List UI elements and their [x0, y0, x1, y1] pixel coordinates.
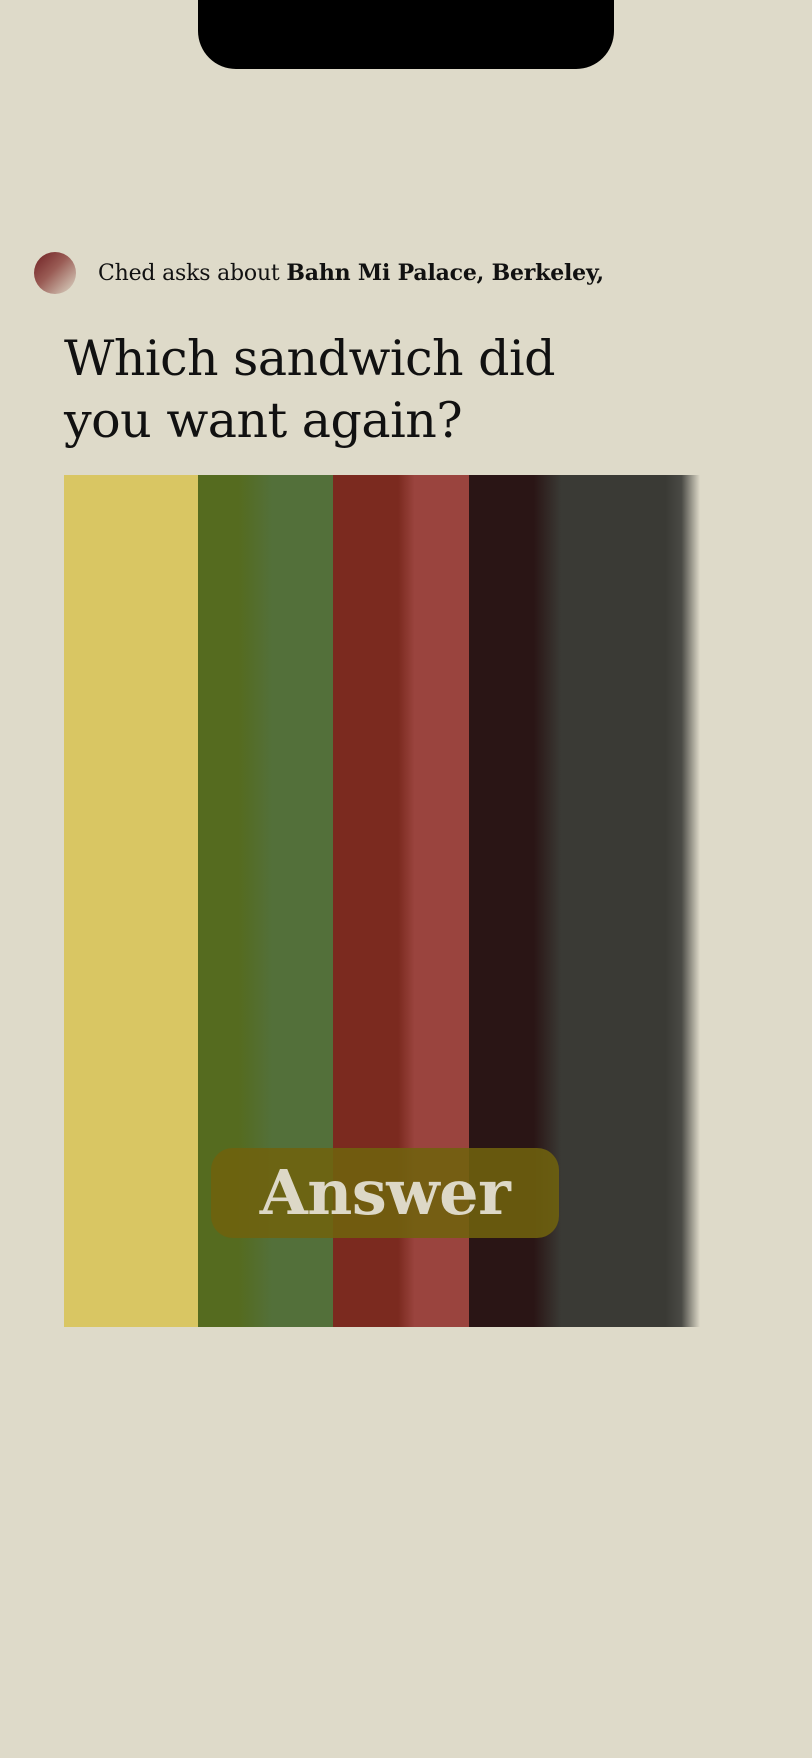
answer-button[interactable]: Answer — [211, 1148, 559, 1238]
device-notch — [198, 0, 614, 69]
avatar[interactable] — [34, 252, 76, 294]
stripe-yellow — [64, 475, 198, 1327]
asker-prefix: Ched asks about — [98, 261, 287, 286]
sandwich-card: Answer — [64, 475, 700, 1327]
asker-place: Bahn Mi Palace, Berkeley, — [286, 260, 604, 286]
question-line-1: Which sandwich did — [64, 330, 556, 387]
asker-text: Ched asks about Bahn Mi Palace, Berkeley… — [98, 260, 604, 286]
asker-row: Ched asks about Bahn Mi Palace, Berkeley… — [34, 252, 604, 294]
question-line-2: you want again? — [64, 392, 463, 449]
question-title: Which sandwich did you want again? — [64, 328, 624, 452]
